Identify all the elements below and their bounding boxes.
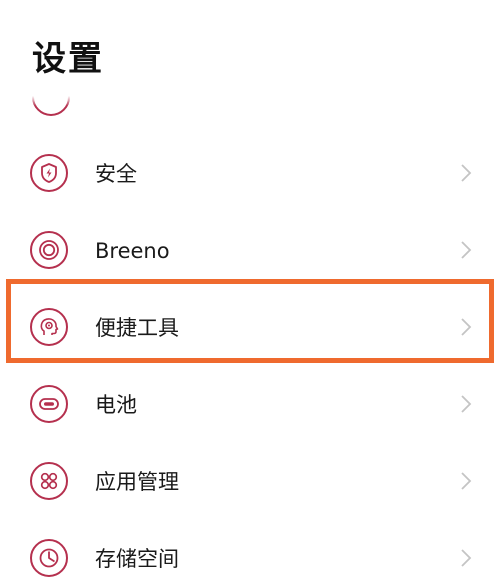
partially-hidden-list-item[interactable] xyxy=(0,96,500,122)
settings-item-label: Breeno xyxy=(95,239,170,263)
chevron-right-icon xyxy=(461,241,472,259)
settings-item-label: 便捷工具 xyxy=(95,316,179,340)
head-gear-icon xyxy=(30,308,68,346)
settings-item-breeno[interactable]: Breeno xyxy=(0,212,500,289)
shield-bolt-icon xyxy=(30,154,68,192)
settings-item-label: 电池 xyxy=(95,393,137,417)
chevron-right-icon xyxy=(461,549,472,567)
settings-item-storage[interactable]: 存储空间 xyxy=(0,520,500,580)
storage-pie-icon xyxy=(30,539,68,577)
chevron-right-icon xyxy=(461,318,472,336)
settings-item-app-management[interactable]: 应用管理 xyxy=(0,443,500,520)
settings-item-label: 应用管理 xyxy=(95,470,179,494)
settings-item-battery[interactable]: 电池 xyxy=(0,366,500,443)
chevron-right-icon xyxy=(461,395,472,413)
chevron-right-icon xyxy=(461,472,472,490)
page-title: 设置 xyxy=(32,39,104,79)
settings-item-convenience-tools[interactable]: 便捷工具 xyxy=(0,289,500,366)
battery-icon xyxy=(30,385,68,423)
settings-item-label: 存储空间 xyxy=(95,547,179,571)
chevron-right-icon xyxy=(461,164,472,182)
app-grid-icon xyxy=(30,462,68,500)
breeno-rings-icon xyxy=(30,231,68,269)
settings-item-label: 安全 xyxy=(95,162,137,186)
settings-list: 安全 Breeno 便捷工具 电池 应用管理 存储空间 xyxy=(0,135,500,580)
settings-item-security[interactable]: 安全 xyxy=(0,135,500,212)
